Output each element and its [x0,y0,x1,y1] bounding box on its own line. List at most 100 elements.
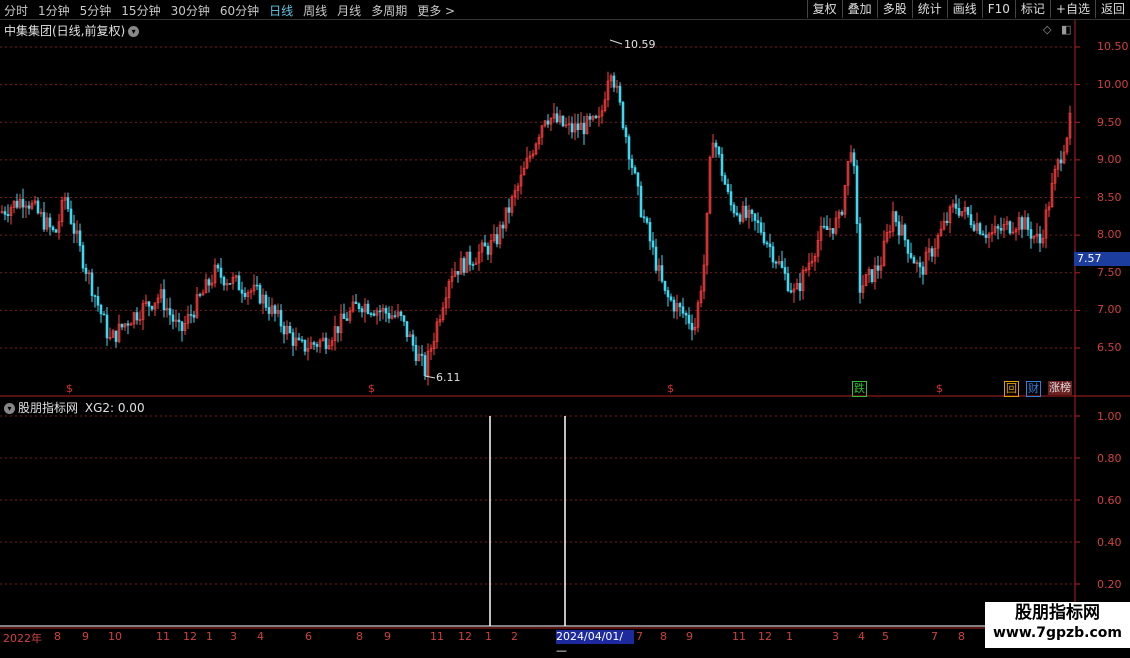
candle-body [420,353,424,356]
date-label: 3 [832,630,839,643]
candle-body [228,283,232,285]
watermark-logo: 股朋指标网 www.7gpzb.com [985,602,1130,648]
candle-body [645,217,649,223]
candle-body [582,122,586,135]
candle-body [6,214,10,216]
candle-body [120,323,124,328]
candle-body [930,248,934,257]
chevron-down-icon[interactable]: ▾ [4,403,15,414]
candle-body [393,315,397,317]
candle-body [300,339,304,342]
candle-body [414,345,418,362]
dividend-marker[interactable]: $ [936,382,943,395]
candle-body [663,280,667,291]
candle-body [282,325,286,335]
candle-body [744,205,748,218]
indicator-title[interactable]: ▾ 股朋指标网 XG2: 0.00 [4,399,145,416]
indicator-name: 股朋指标网 [18,401,79,415]
candle-body [630,158,634,168]
candle-body [750,209,754,215]
candle-body [726,184,730,192]
date-label: 12 [458,630,472,643]
candle-body [633,167,637,174]
candle-body [240,289,244,294]
candle-body [315,344,319,347]
candle-body [729,191,733,206]
fall-badge[interactable]: 跌 [852,381,867,397]
candle-body [912,257,916,264]
candle-body [642,216,646,219]
candle-body [402,315,406,322]
candle-body [360,308,364,313]
candle-body [378,310,382,313]
candle-body [345,318,349,321]
candle-body [624,127,628,138]
candle-body [78,230,82,246]
candle-body [618,85,622,103]
date-label: 10 [108,630,122,643]
candle-body [66,197,70,210]
candle-body [753,213,757,221]
candle-body [495,234,499,245]
candle-body [840,211,844,215]
candle-body [780,261,784,268]
candle-body [852,152,856,167]
watermark-url: www.7gpzb.com [992,625,1122,641]
candle-body [405,321,409,338]
top-gainers-badge[interactable]: 涨榜 [1048,381,1072,395]
candle-body [69,208,73,224]
candle-body [660,265,664,282]
candle-body [1029,229,1033,239]
candle-body [216,264,220,269]
candle-body [387,312,391,319]
y-axis-label: 6.50 [1097,341,1122,354]
candle-body [423,355,427,376]
candle-body [366,303,370,314]
candle-body [483,242,487,247]
date-label: 9 [384,630,391,643]
candle-body [720,153,724,176]
kline-chart[interactable] [0,0,1130,650]
candle-body [612,75,616,88]
indicator-axis-label: 0.80 [1097,452,1122,465]
candle-body [876,265,880,271]
dividend-marker[interactable]: $ [368,382,375,395]
candle-body [237,275,241,291]
indicator-axis-label: 0.40 [1097,536,1122,549]
candle-body [51,226,55,231]
chevron-down-icon[interactable]: ▾ [128,26,140,37]
candle-body [690,323,694,331]
diamond-icon[interactable]: ◇ [1043,23,1051,36]
candle-body [507,207,511,213]
candle-body [42,212,46,230]
date-label: 2 [511,630,518,643]
y-axis-label: 10.00 [1097,78,1129,91]
candle-body [684,312,688,316]
dividend-marker[interactable]: $ [667,382,674,395]
candle-body [639,185,643,218]
dividend-marker[interactable]: $ [66,382,73,395]
date-label: 8 [958,630,965,643]
candle-body [384,307,388,314]
date-label: 9 [686,630,693,643]
date-label: 8 [356,630,363,643]
candle-body [189,314,193,316]
candle-body [783,267,787,274]
review-badge[interactable]: 回 [1004,381,1019,397]
high-price-label: 10.59 [624,38,656,51]
candle-body [324,337,328,350]
panel-toggle-icon[interactable]: ◧ [1061,23,1071,36]
candle-body [666,290,670,298]
candle-body [21,199,25,208]
candle-body [243,293,247,297]
indicator-axis-label: 0.60 [1097,494,1122,507]
candle-body [267,307,271,314]
candle-body [831,228,835,234]
candle-body [336,326,340,334]
finance-badge[interactable]: 财 [1026,381,1041,397]
candle-body [687,314,691,324]
candle-body [171,314,175,322]
date-label: 11 [156,630,170,643]
stock-title[interactable]: 中集集团(日线,前复权) ▾ [4,22,140,39]
candle-body [150,305,154,310]
